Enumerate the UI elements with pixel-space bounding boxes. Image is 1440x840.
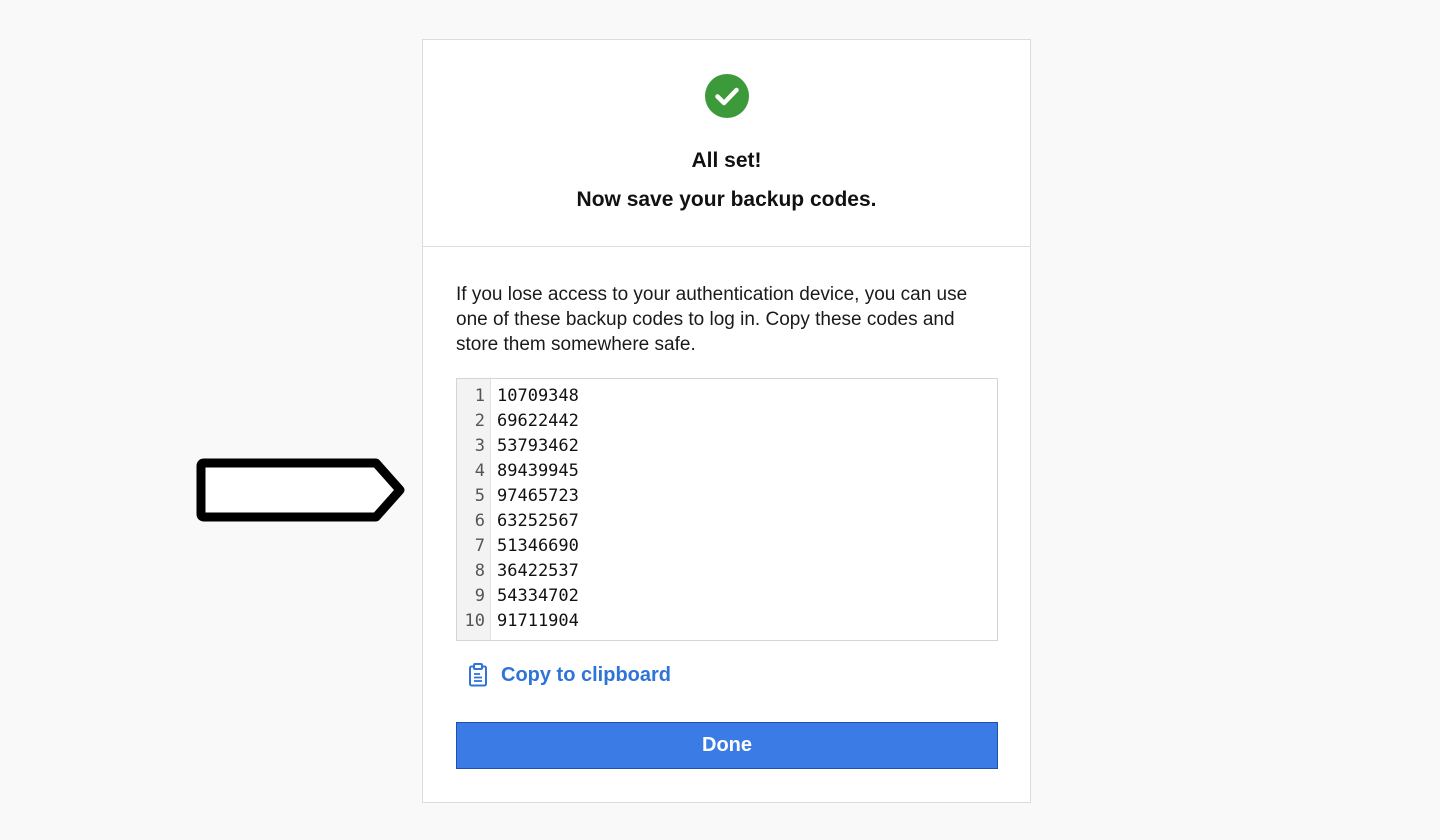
copy-to-clipboard-link[interactable]: Copy to clipboard — [468, 663, 671, 687]
backup-code[interactable]: 63252567 — [497, 509, 579, 534]
line-number: 5 — [474, 486, 485, 506]
copy-to-clipboard-label[interactable]: Copy to clipboard — [501, 664, 671, 687]
line-number: 10 — [464, 611, 485, 631]
page-title: All set! — [691, 149, 762, 172]
annotation-arrow — [196, 458, 405, 522]
page-subtitle: Now save your backup codes. — [576, 188, 877, 211]
backup-codes-list[interactable]: 10709348 69622442 53793462 89439945 9746… — [491, 379, 579, 640]
card-header: All set! Now save your backup codes. — [423, 40, 1030, 247]
line-number: 9 — [474, 586, 485, 606]
line-number: 1 — [474, 386, 485, 406]
backup-codes-description: If you lose access to your authenticatio… — [456, 284, 968, 355]
backup-code[interactable]: 51346690 — [497, 534, 579, 559]
backup-code[interactable]: 10709348 — [497, 384, 579, 409]
line-number: 3 — [474, 436, 485, 456]
backup-code[interactable]: 54334702 — [497, 584, 579, 609]
backup-code[interactable]: 69622442 — [497, 409, 579, 434]
line-number: 8 — [474, 561, 485, 581]
line-number: 4 — [474, 461, 485, 481]
backup-code[interactable]: 89439945 — [497, 459, 579, 484]
backup-code[interactable]: 91711904 — [497, 609, 579, 634]
backup-codes-editor[interactable]: 1 2 3 4 5 6 7 8 9 10 10709348 69622442 5… — [456, 378, 998, 641]
backup-code[interactable]: 97465723 — [497, 484, 579, 509]
line-number: 7 — [474, 536, 485, 556]
backup-code[interactable]: 53793462 — [497, 434, 579, 459]
clipboard-icon — [469, 663, 487, 687]
backup-codes-card: All set! Now save your backup codes. If … — [422, 39, 1031, 803]
line-number: 2 — [474, 411, 485, 431]
line-number: 6 — [474, 511, 485, 531]
backup-code[interactable]: 36422537 — [497, 559, 579, 584]
line-number-gutter: 1 2 3 4 5 6 7 8 9 10 — [457, 379, 491, 640]
done-button[interactable]: Done — [456, 722, 998, 769]
check-circle-icon — [705, 74, 749, 118]
